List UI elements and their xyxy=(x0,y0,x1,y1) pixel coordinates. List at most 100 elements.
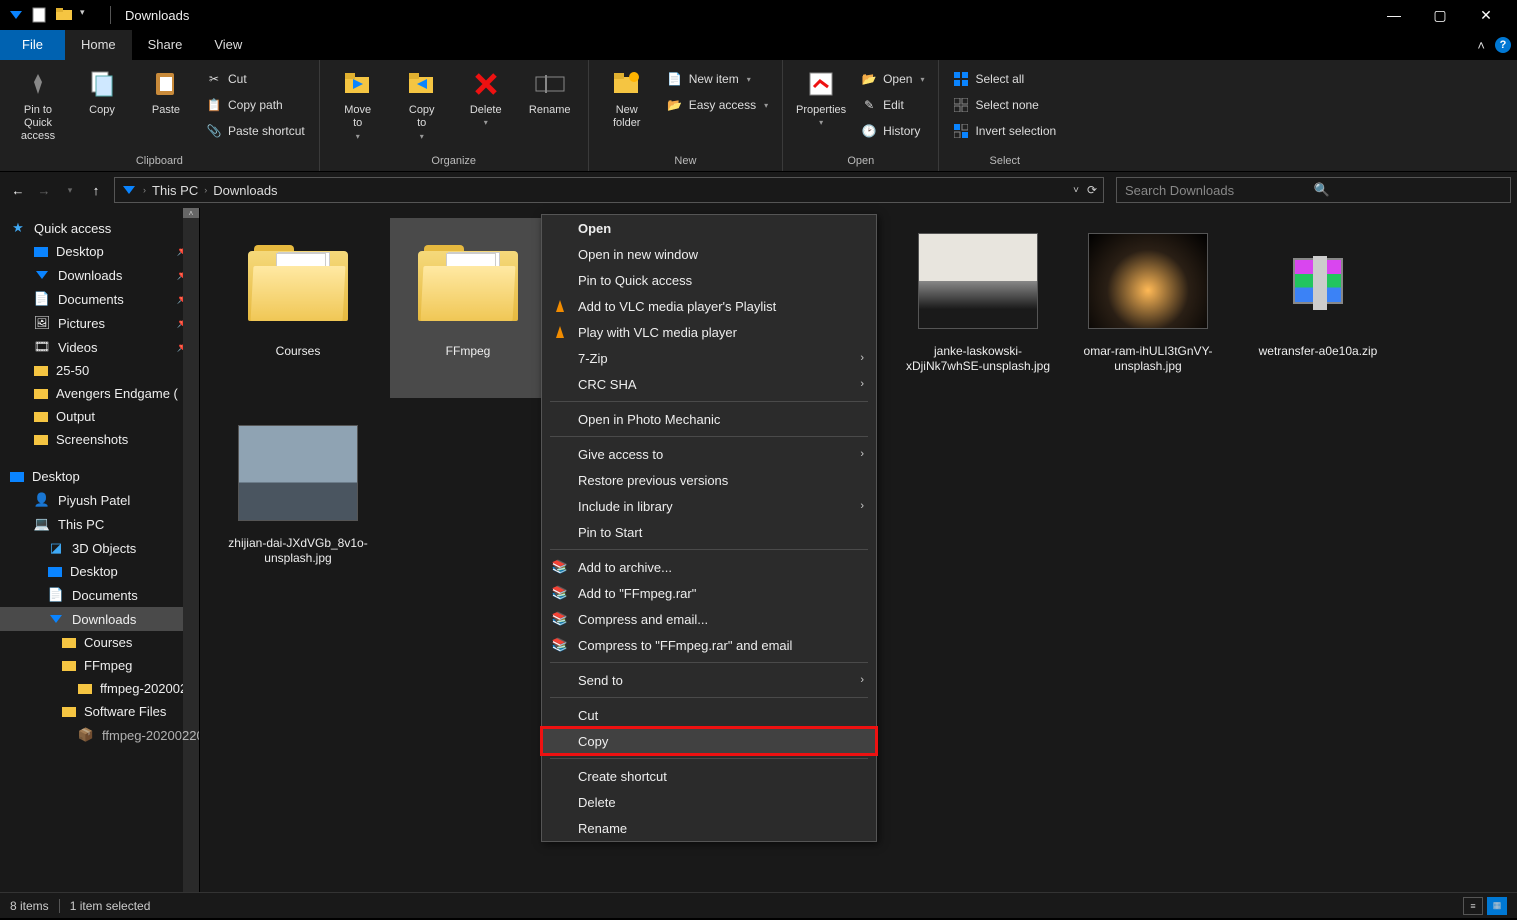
cm-copy[interactable]: Copy xyxy=(542,728,876,754)
sidebar-documents2[interactable]: 📄Documents xyxy=(0,583,199,607)
cm-open[interactable]: Open xyxy=(542,215,876,241)
sidebar-folder-avengers[interactable]: Avengers Endgame ( xyxy=(0,382,199,405)
address-dropdown-icon[interactable]: ˅ xyxy=(1073,185,1079,196)
address-bar[interactable]: › This PC › Downloads ˅ ⟳ xyxy=(114,177,1104,203)
select-none-button[interactable]: Select none xyxy=(949,94,1060,116)
move-to-button[interactable]: Move to xyxy=(330,64,386,146)
sidebar-videos[interactable]: 🎞Videos📌 xyxy=(0,335,199,359)
search-input[interactable]: Search Downloads 🔍 xyxy=(1116,177,1511,203)
easy-access-button[interactable]: 📂Easy access▾ xyxy=(663,94,772,116)
sidebar-3d-objects[interactable]: ◪3D Objects xyxy=(0,536,199,560)
tab-file[interactable]: File xyxy=(0,30,65,60)
sidebar-desktop[interactable]: Desktop📌 xyxy=(0,240,199,263)
sidebar-folder-25-50[interactable]: 25-50 xyxy=(0,359,199,382)
cm-rename[interactable]: Rename xyxy=(542,815,876,841)
cm-create-shortcut[interactable]: Create shortcut xyxy=(542,763,876,789)
sidebar-documents[interactable]: 📄Documents📌 xyxy=(0,287,199,311)
sidebar-ffmpeg-sub[interactable]: ffmpeg-2020022 xyxy=(0,677,199,700)
new-folder-button[interactable]: New folder xyxy=(599,64,655,134)
sidebar-ffmpeg-sub2[interactable]: 📦ffmpeg-20200220 xyxy=(0,723,199,747)
sidebar-user[interactable]: 👤Piyush Patel xyxy=(0,488,199,512)
minimize-button[interactable]: — xyxy=(1371,0,1417,30)
cm-crc-sha[interactable]: CRC SHA› xyxy=(542,371,876,397)
sidebar-folder-output[interactable]: Output xyxy=(0,405,199,428)
rename-button[interactable]: Rename xyxy=(522,64,578,120)
cm-pin-quick-access[interactable]: Pin to Quick access xyxy=(542,267,876,293)
sidebar-pictures[interactable]: 🖼Pictures📌 xyxy=(0,311,199,335)
sidebar-quick-access[interactable]: ★Quick access xyxy=(0,216,199,240)
refresh-icon[interactable]: ⟳ xyxy=(1087,183,1097,197)
file-item-image-omar[interactable]: omar-ram-ihULI3tGnVY-unsplash.jpg xyxy=(1070,218,1226,398)
tab-share[interactable]: Share xyxy=(132,30,199,60)
select-all-button[interactable]: Select all xyxy=(949,68,1060,90)
copy-button[interactable]: Copy xyxy=(74,64,130,120)
cut-button[interactable]: ✂Cut xyxy=(202,68,309,90)
nav-forward-button[interactable]: → xyxy=(32,178,56,202)
tab-home[interactable]: Home xyxy=(65,30,132,60)
crumb-sep-icon[interactable]: › xyxy=(143,185,146,195)
star-icon: ★ xyxy=(10,220,26,236)
delete-button[interactable]: Delete xyxy=(458,64,514,132)
nav-up-button[interactable]: ↑ xyxy=(84,178,108,202)
new-item-button[interactable]: 📄New item▾ xyxy=(663,68,772,90)
nav-recent-dropdown[interactable]: ▾ xyxy=(58,178,82,202)
sidebar-downloads2[interactable]: Downloads xyxy=(0,607,199,631)
file-icon[interactable] xyxy=(32,7,48,23)
cm-cut[interactable]: Cut xyxy=(542,702,876,728)
crumb-sep-icon[interactable]: › xyxy=(204,185,207,195)
close-button[interactable]: ✕ xyxy=(1463,0,1509,30)
collapse-ribbon-icon[interactable]: ˄ xyxy=(1477,38,1485,53)
cm-pin-start[interactable]: Pin to Start xyxy=(542,519,876,545)
cm-include-library[interactable]: Include in library› xyxy=(542,493,876,519)
cm-7zip[interactable]: 7-Zip› xyxy=(542,345,876,371)
down-arrow-icon[interactable] xyxy=(8,7,24,23)
file-item-image-janke[interactable]: janke-laskowski-xDjiNk7whSE-unsplash.jpg xyxy=(900,218,1056,398)
cm-add-archive[interactable]: 📚Add to archive... xyxy=(542,554,876,580)
edit-button[interactable]: ✎Edit xyxy=(857,94,928,116)
cm-vlc-playlist[interactable]: Add to VLC media player's Playlist xyxy=(542,293,876,319)
folder-icon[interactable] xyxy=(56,7,72,23)
folder-item-ffmpeg[interactable]: FFmpeg xyxy=(390,218,546,398)
cm-vlc-play[interactable]: Play with VLC media player xyxy=(542,319,876,345)
cm-restore-versions[interactable]: Restore previous versions xyxy=(542,467,876,493)
file-item-image-zhijian[interactable]: zhijian-dai-JXdVGb_8v1o-unsplash.jpg xyxy=(220,410,376,590)
cm-send-to[interactable]: Send to› xyxy=(542,667,876,693)
tab-view[interactable]: View xyxy=(198,30,258,60)
cm-compress-rar-email[interactable]: 📚Compress to "FFmpeg.rar" and email xyxy=(542,632,876,658)
history-button[interactable]: 🕑History xyxy=(857,120,928,142)
icons-view-button[interactable]: ▦ xyxy=(1487,897,1507,915)
file-pane[interactable]: Courses FFmpeg janke-laskowski-xDjiNk7wh… xyxy=(200,208,1517,892)
crumb-this-pc[interactable]: This PC xyxy=(152,183,198,198)
copy-path-button[interactable]: 📋Copy path xyxy=(202,94,309,116)
sidebar-software[interactable]: Software Files xyxy=(0,700,199,723)
open-button[interactable]: 📂Open▾ xyxy=(857,68,928,90)
folder-item-courses[interactable]: Courses xyxy=(220,218,376,398)
pin-to-quick-access-button[interactable]: Pin to Quick access xyxy=(10,64,66,147)
sidebar-folder-screenshots[interactable]: Screenshots xyxy=(0,428,199,451)
maximize-button[interactable]: ▢ xyxy=(1417,0,1463,30)
copy-to-button[interactable]: Copy to xyxy=(394,64,450,146)
sidebar-downloads[interactable]: Downloads📌 xyxy=(0,263,199,287)
properties-button[interactable]: Properties xyxy=(793,64,849,132)
nav-back-button[interactable]: ← xyxy=(6,178,30,202)
cm-add-rar[interactable]: 📚Add to "FFmpeg.rar" xyxy=(542,580,876,606)
file-item-zip-wetransfer[interactable]: wetransfer-a0e10a.zip xyxy=(1240,218,1396,398)
details-view-button[interactable]: ≡ xyxy=(1463,897,1483,915)
sidebar-desktop3[interactable]: Desktop xyxy=(0,560,199,583)
invert-selection-button[interactable]: Invert selection xyxy=(949,120,1060,142)
cm-compress-email[interactable]: 📚Compress and email... xyxy=(542,606,876,632)
cm-delete[interactable]: Delete xyxy=(542,789,876,815)
help-icon[interactable]: ? xyxy=(1495,37,1511,53)
sidebar-ffmpeg[interactable]: FFmpeg xyxy=(0,654,199,677)
paste-button[interactable]: Paste xyxy=(138,64,194,120)
sidebar-courses[interactable]: Courses xyxy=(0,631,199,654)
sidebar-scrollbar[interactable]: ˄ xyxy=(183,208,199,892)
qat-dropdown-icon[interactable]: ▾ xyxy=(80,7,96,23)
paste-shortcut-button[interactable]: 📎Paste shortcut xyxy=(202,120,309,142)
sidebar-desktop-root[interactable]: Desktop xyxy=(0,465,199,488)
crumb-downloads[interactable]: Downloads xyxy=(213,183,277,198)
cm-open-new-window[interactable]: Open in new window xyxy=(542,241,876,267)
cm-give-access[interactable]: Give access to› xyxy=(542,441,876,467)
sidebar-this-pc[interactable]: 💻This PC xyxy=(0,512,199,536)
cm-photo-mechanic[interactable]: Open in Photo Mechanic xyxy=(542,406,876,432)
